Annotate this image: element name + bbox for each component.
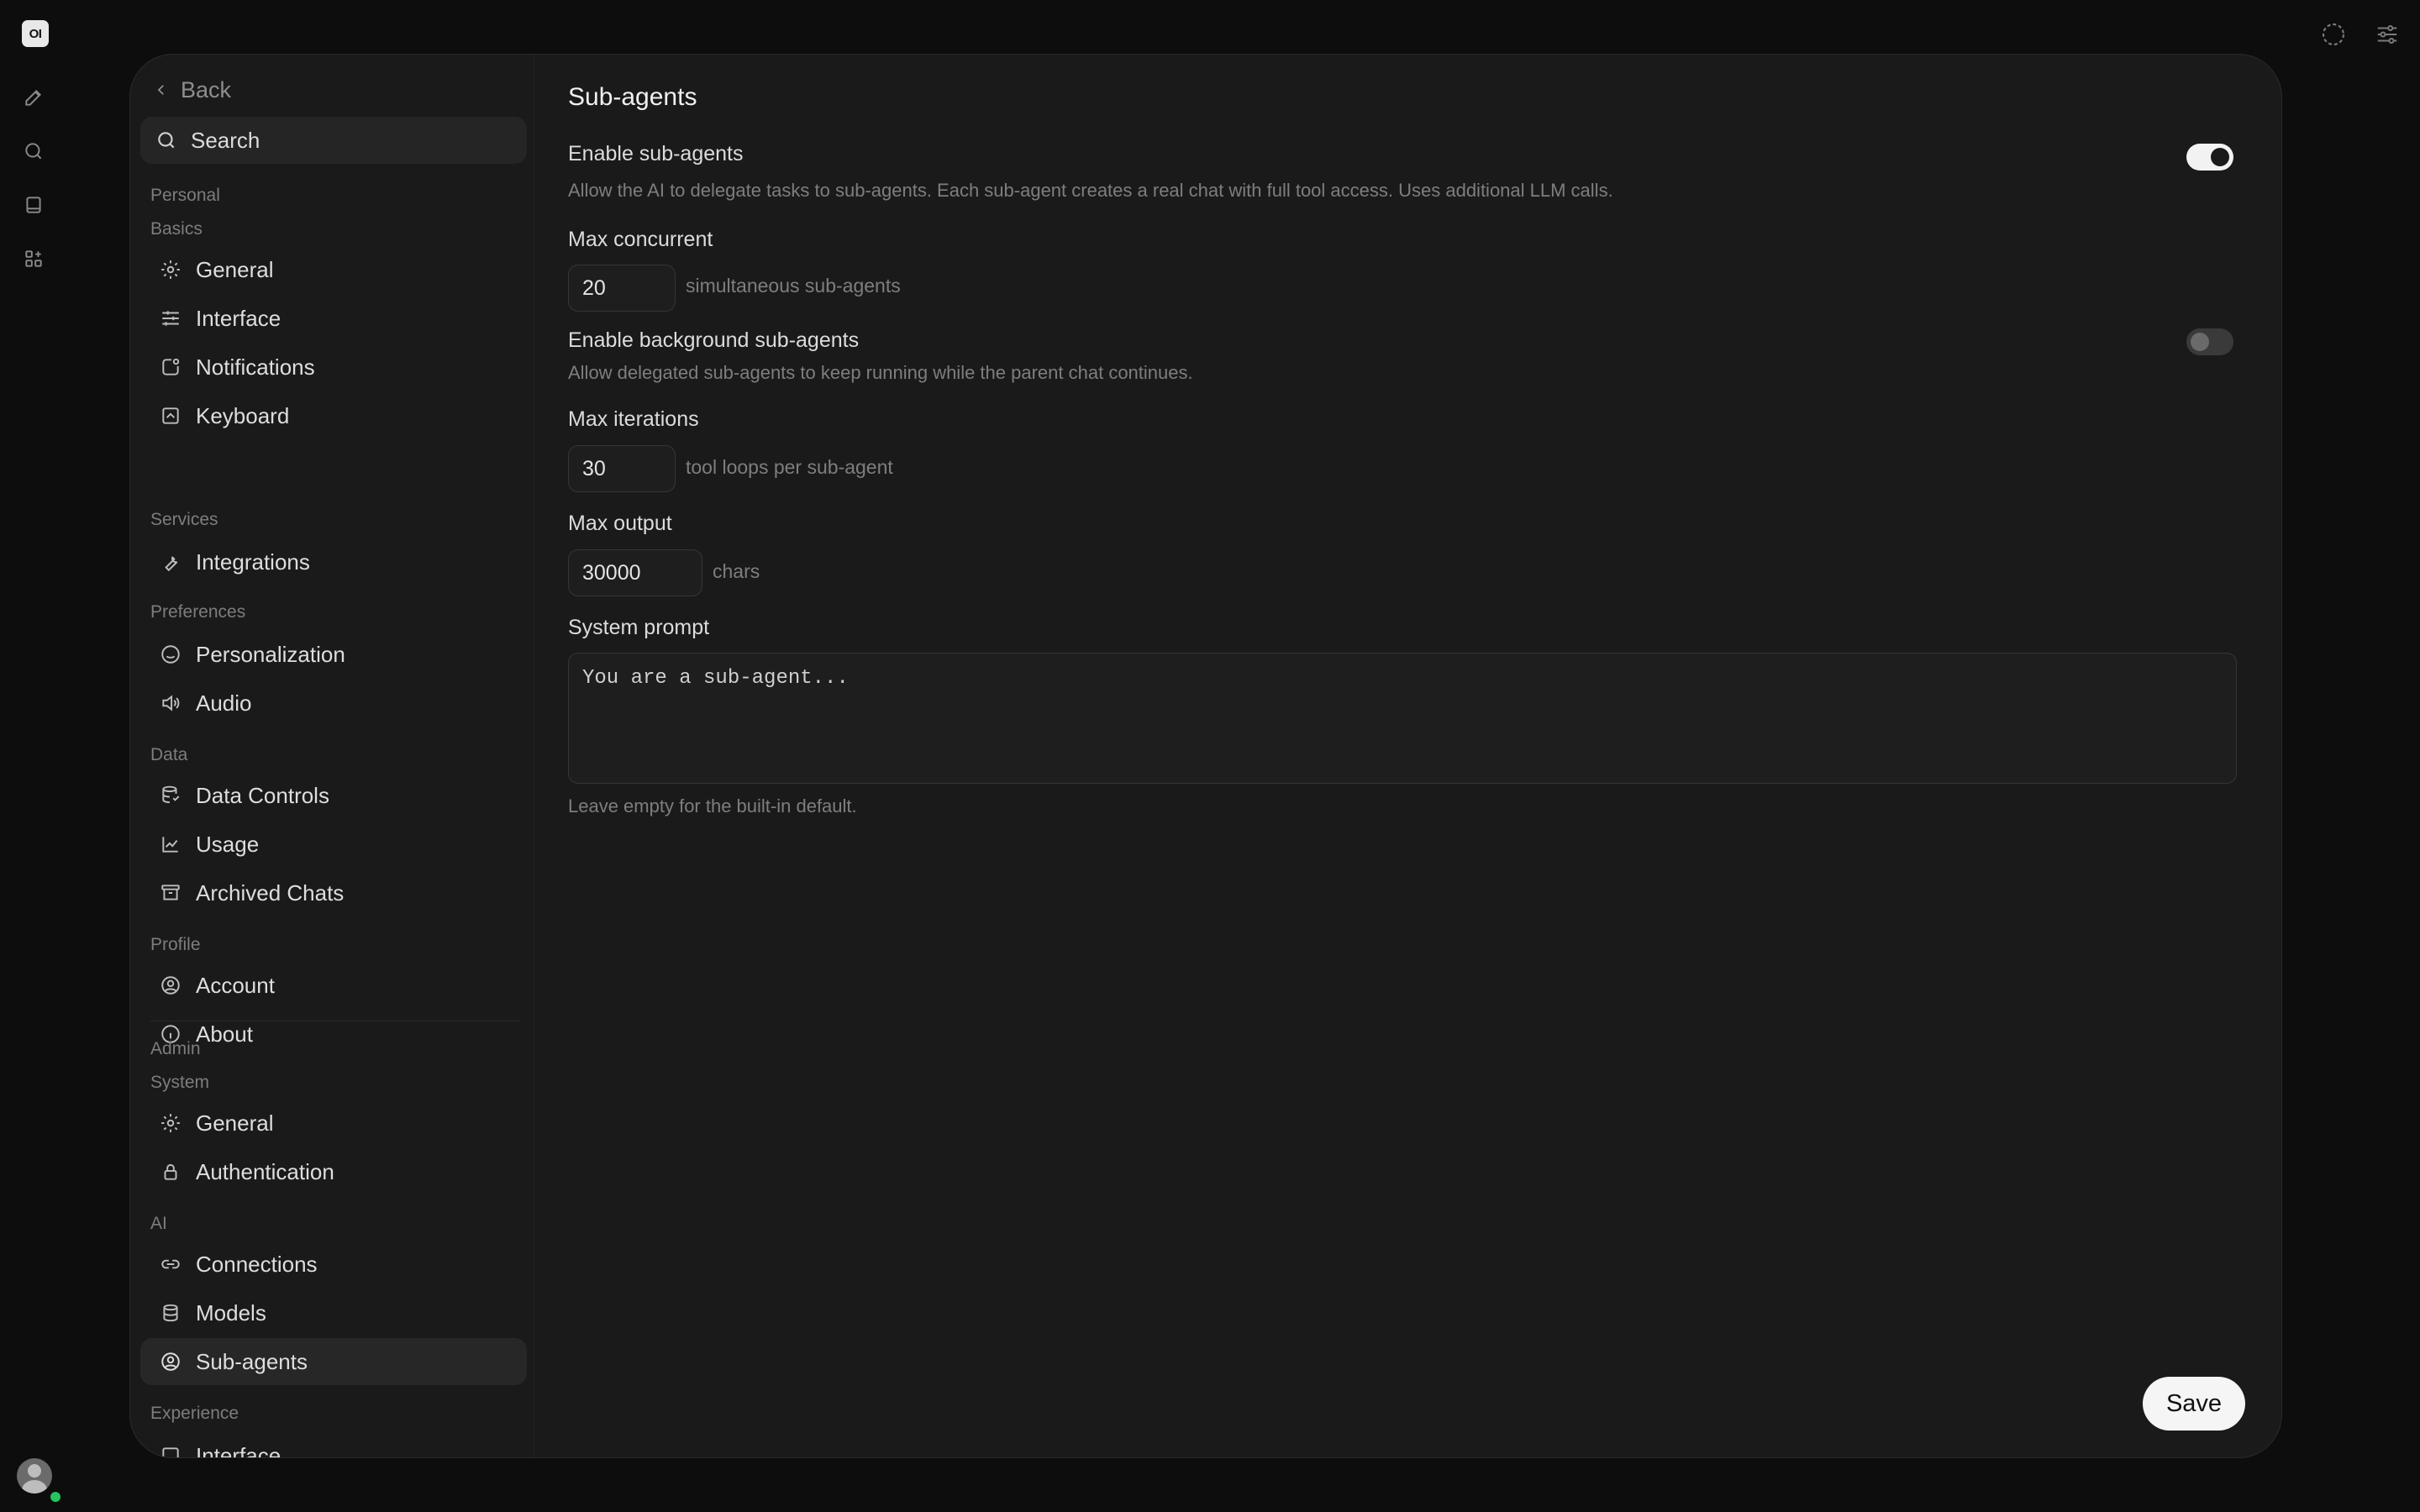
sidebar-item-models[interactable]: Models — [140, 1289, 527, 1336]
max-iterations-input[interactable]: 30 — [568, 445, 676, 492]
wrench-icon — [159, 550, 182, 574]
sidebar-item-data-controls[interactable]: Data Controls — [140, 772, 527, 819]
sidebar-item-audio[interactable]: Audio — [140, 680, 527, 727]
system-prompt-textarea[interactable]: You are a sub-agent... — [568, 653, 2237, 784]
keyboard-icon — [159, 404, 182, 428]
enable-sub-agents-toggle[interactable] — [2186, 144, 2233, 171]
group-system: System — [150, 1073, 210, 1092]
temporary-chat-icon[interactable] — [2316, 17, 2351, 52]
notification-icon — [159, 355, 182, 379]
user-avatar[interactable] — [17, 1458, 52, 1494]
window-icon — [159, 1444, 182, 1457]
lock-icon — [159, 1160, 182, 1184]
enable-sub-agents-description: Allow the AI to delegate tasks to sub-ag… — [568, 180, 1613, 201]
database-icon — [159, 784, 182, 807]
max-concurrent-input[interactable]: 20 — [568, 265, 676, 312]
sidebar-item-archived-chats[interactable]: Archived Chats — [140, 869, 527, 916]
chart-line-icon — [159, 832, 182, 856]
app-rail: OI — [0, 0, 67, 1512]
user-circle-icon — [159, 1350, 182, 1373]
group-services: Services — [150, 510, 218, 529]
notes-icon[interactable] — [18, 190, 49, 220]
group-preferences: Preferences — [150, 602, 246, 622]
system-prompt-label: System prompt — [568, 616, 710, 639]
sidebar-item-general[interactable]: General — [140, 246, 527, 293]
max-iterations-label: Max iterations — [568, 407, 699, 431]
sidebar-item-experience-interface[interactable]: Interface — [140, 1432, 527, 1457]
link-icon — [159, 1252, 182, 1276]
max-output-label: Max output — [568, 512, 672, 535]
save-button[interactable]: Save — [2143, 1377, 2245, 1431]
group-experience: Experience — [150, 1404, 239, 1423]
section-personal: Personal — [150, 186, 220, 205]
group-ai: AI — [150, 1214, 167, 1233]
sub-agents-panel: Sub-agents Enable sub-agents Allow the A… — [534, 55, 2281, 1457]
sidebar-item-personalization[interactable]: Personalization — [140, 631, 527, 678]
gear-icon — [159, 1111, 182, 1135]
user-circle-icon — [159, 974, 182, 997]
settings-search[interactable]: Search — [140, 117, 527, 164]
search-icon — [155, 129, 177, 151]
sidebar-item-usage[interactable]: Usage — [140, 821, 527, 868]
max-iterations-unit: tool loops per sub-agent — [686, 456, 893, 478]
settings-sidebar: Back Search Personal Basics General Inte… — [130, 55, 534, 1457]
sidebar-item-authentication[interactable]: Authentication — [140, 1148, 527, 1195]
page-title: Sub-agents — [568, 83, 697, 111]
max-concurrent-unit: simultaneous sub-agents — [686, 275, 901, 297]
workspace-grid-icon[interactable] — [18, 244, 49, 274]
speaker-icon — [159, 691, 182, 715]
max-output-unit: chars — [713, 560, 760, 582]
settings-sliders-icon[interactable] — [2370, 17, 2405, 52]
sidebar-item-sub-agents[interactable]: Sub-agents — [140, 1338, 527, 1385]
sidebar-item-keyboard[interactable]: Keyboard — [140, 392, 527, 439]
sidebar-item-interface[interactable]: Interface — [140, 295, 527, 342]
sidebar-item-admin-general[interactable]: General — [140, 1100, 527, 1147]
database-icon — [159, 1301, 182, 1325]
max-output-input[interactable]: 30000 — [568, 549, 702, 596]
group-basics: Basics — [150, 219, 203, 239]
enable-background-toggle[interactable] — [2186, 328, 2233, 355]
group-profile: Profile — [150, 935, 201, 954]
sidebar-item-account[interactable]: Account — [140, 962, 527, 1009]
search-icon[interactable] — [18, 136, 49, 166]
app-logo[interactable]: OI — [22, 20, 49, 47]
max-concurrent-label: Max concurrent — [568, 228, 713, 251]
chevron-left-icon — [154, 82, 169, 97]
sidebar-item-connections[interactable]: Connections — [140, 1241, 527, 1288]
online-status-dot — [49, 1490, 62, 1504]
archive-icon — [159, 881, 182, 905]
group-data: Data — [150, 745, 188, 764]
gear-icon — [159, 258, 182, 281]
enable-background-description: Allow delegated sub-agents to keep runni… — [568, 362, 1193, 383]
smile-icon — [159, 643, 182, 666]
enable-sub-agents-label: Enable sub-agents — [568, 142, 744, 165]
back-button[interactable]: Back — [154, 71, 231, 108]
sliders-icon — [159, 307, 182, 330]
system-prompt-hint: Leave empty for the built-in default. — [568, 795, 857, 816]
settings-modal: Back Search Personal Basics General Inte… — [129, 54, 2282, 1458]
sidebar-item-notifications[interactable]: Notifications — [140, 344, 527, 391]
enable-background-label: Enable background sub-agents — [568, 328, 860, 352]
section-admin: Admin — [150, 1039, 201, 1058]
sidebar-item-integrations[interactable]: Integrations — [140, 538, 527, 585]
new-chat-icon[interactable] — [18, 82, 49, 113]
